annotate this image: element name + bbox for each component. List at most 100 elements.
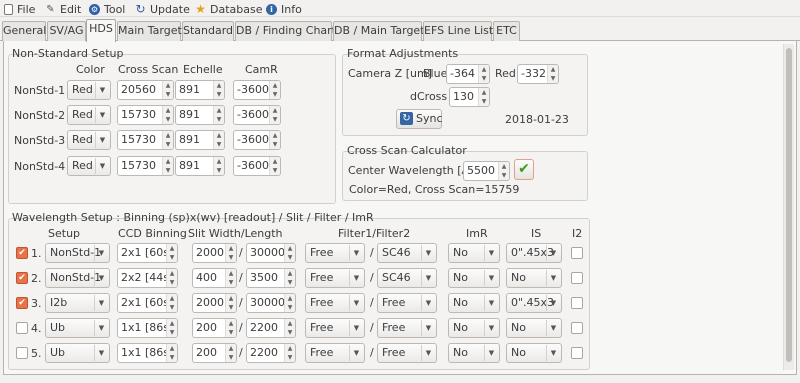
tab-main-target[interactable]: Main Target xyxy=(117,21,182,41)
cross-scan-spin[interactable]: 15730 ▲ ▼ xyxy=(117,105,174,125)
menu-tool[interactable]: ⚙ Tool xyxy=(89,2,125,16)
spin-arrows-icon[interactable]: ▲ ▼ xyxy=(166,269,177,287)
tab-standard[interactable]: Standard xyxy=(182,21,234,41)
filter1-combo[interactable]: Free ▼ xyxy=(305,318,365,338)
i2-checkbox[interactable] xyxy=(571,297,583,309)
imr-combo[interactable]: No ▼ xyxy=(448,293,500,313)
echelle-spin[interactable]: 891 ▲ ▼ xyxy=(175,105,225,125)
red-spin[interactable]: -332 ▲ ▼ xyxy=(517,64,559,84)
scrollbar-thumb[interactable] xyxy=(786,48,792,362)
spin-arrows-icon[interactable]: ▲ ▼ xyxy=(213,81,224,99)
is-combo[interactable]: No ▼ xyxy=(506,343,562,363)
spin-arrows-icon[interactable]: ▲ ▼ xyxy=(225,294,236,312)
tab-efs-line-list[interactable]: EFS Line List xyxy=(423,21,493,41)
spin-arrows-icon[interactable]: ▲ ▼ xyxy=(284,244,295,262)
setup-combo[interactable]: Ub ▼ xyxy=(45,343,110,363)
setup-combo[interactable]: I2b ▼ xyxy=(45,293,110,313)
imr-combo[interactable]: No ▼ xyxy=(448,318,500,338)
blue-spin[interactable]: -364 ▲ ▼ xyxy=(446,64,490,84)
ccd-binning-spin[interactable]: 2x1 [60s] ▲ ▼ xyxy=(117,243,178,263)
camr-spin[interactable]: -3600 ▲ ▼ xyxy=(233,130,281,150)
slit-length-spin[interactable]: 30000 ▲ ▼ xyxy=(246,293,296,313)
spin-arrows-icon[interactable]: ▲ ▼ xyxy=(225,269,236,287)
row-enable-checkbox[interactable]: ✔ xyxy=(16,272,28,284)
spin-arrows-icon[interactable]: ▲ ▼ xyxy=(166,344,177,362)
slit-length-spin[interactable]: 30000 ▲ ▼ xyxy=(246,243,296,263)
spin-arrows-icon[interactable]: ▲ ▼ xyxy=(269,81,280,99)
slit-length-spin[interactable]: 2200 ▲ ▼ xyxy=(246,318,296,338)
ccd-binning-spin[interactable]: 1x1 [86s] ▲ ▼ xyxy=(117,343,178,363)
i2-checkbox[interactable] xyxy=(571,247,583,259)
menu-database[interactable]: ★ Database xyxy=(195,2,262,16)
imr-combo[interactable]: No ▼ xyxy=(448,243,500,263)
color-combo[interactable]: Red ▼ xyxy=(67,105,111,125)
slit-width-spin[interactable]: 400 ▲ ▼ xyxy=(192,268,237,288)
spin-arrows-icon[interactable]: ▲ ▼ xyxy=(284,319,295,337)
menu-update[interactable]: ↻ Update xyxy=(135,2,189,16)
filter1-combo[interactable]: Free ▼ xyxy=(305,293,365,313)
i2-checkbox[interactable] xyxy=(571,272,583,284)
menu-file[interactable]: File xyxy=(4,2,35,16)
slit-length-spin[interactable]: 2200 ▲ ▼ xyxy=(246,343,296,363)
spin-arrows-icon[interactable]: ▲ ▼ xyxy=(269,106,280,124)
tab-db-main-target[interactable]: DB / Main Target xyxy=(333,21,425,41)
setup-combo[interactable]: Ub ▼ xyxy=(45,318,110,338)
spin-arrows-icon[interactable]: ▲ ▼ xyxy=(225,319,236,337)
dcross-spin[interactable]: 130 ▲ ▼ xyxy=(449,87,490,107)
is-combo[interactable]: No ▼ xyxy=(506,318,562,338)
filter2-combo[interactable]: Free ▼ xyxy=(377,343,437,363)
echelle-spin[interactable]: 891 ▲ ▼ xyxy=(175,130,225,150)
tab-general[interactable]: General xyxy=(2,21,46,41)
ccd-binning-spin[interactable]: 2x2 [44s] ▲ ▼ xyxy=(117,268,178,288)
menu-edit[interactable]: ✎ Edit xyxy=(45,2,81,16)
is-combo[interactable]: No ▼ xyxy=(506,268,562,288)
i2-checkbox[interactable] xyxy=(571,347,583,359)
spin-arrows-icon[interactable]: ▲ ▼ xyxy=(284,269,295,287)
spin-arrows-icon[interactable]: ▲ ▼ xyxy=(284,294,295,312)
cross-scan-spin[interactable]: 15730 ▲ ▼ xyxy=(117,130,174,150)
ccd-binning-spin[interactable]: 2x1 [60s] ▲ ▼ xyxy=(117,293,178,313)
spin-arrows-icon[interactable]: ▲ ▼ xyxy=(213,157,224,175)
i2-checkbox[interactable] xyxy=(571,322,583,334)
tab-sv-ag[interactable]: SV/AG xyxy=(47,21,86,41)
is-combo[interactable]: 0".45x3 ▼ xyxy=(506,243,562,263)
color-combo[interactable]: Red ▼ xyxy=(67,80,111,100)
imr-combo[interactable]: No ▼ xyxy=(448,343,500,363)
camr-spin[interactable]: -3600 ▲ ▼ xyxy=(233,156,281,176)
spin-arrows-icon[interactable]: ▲ ▼ xyxy=(166,244,177,262)
spin-arrows-icon[interactable]: ▲ ▼ xyxy=(166,319,177,337)
spin-arrows-icon[interactable]: ▲ ▼ xyxy=(478,88,489,106)
cross-scan-spin[interactable]: 15730 ▲ ▼ xyxy=(117,156,174,176)
filter2-combo[interactable]: SC46 ▼ xyxy=(377,243,437,263)
color-combo[interactable]: Red ▼ xyxy=(67,156,111,176)
is-combo[interactable]: 0".45x3 ▼ xyxy=(506,293,562,313)
setup-combo[interactable]: NonStd-1 ▼ xyxy=(45,243,110,263)
calculate-button[interactable]: ✔ xyxy=(514,159,534,180)
ccd-binning-spin[interactable]: 1x1 [86s] ▲ ▼ xyxy=(117,318,178,338)
menu-info[interactable]: i Info xyxy=(266,2,302,16)
filter2-combo[interactable]: Free ▼ xyxy=(377,318,437,338)
spin-arrows-icon[interactable]: ▲ ▼ xyxy=(162,106,173,124)
echelle-spin[interactable]: 891 ▲ ▼ xyxy=(175,156,225,176)
filter1-combo[interactable]: Free ▼ xyxy=(305,268,365,288)
color-combo[interactable]: Red ▼ xyxy=(67,130,111,150)
row-enable-checkbox[interactable] xyxy=(16,322,28,334)
tab-db-finding-chart[interactable]: DB / Finding Chart xyxy=(235,21,336,41)
spin-arrows-icon[interactable]: ▲ ▼ xyxy=(284,344,295,362)
spin-arrows-icon[interactable]: ▲ ▼ xyxy=(162,81,173,99)
camr-spin[interactable]: -3600 ▲ ▼ xyxy=(233,80,281,100)
filter1-combo[interactable]: Free ▼ xyxy=(305,243,365,263)
row-enable-checkbox[interactable]: ✔ xyxy=(16,297,28,309)
spin-arrows-icon[interactable]: ▲ ▼ xyxy=(166,294,177,312)
spin-arrows-icon[interactable]: ▲ ▼ xyxy=(213,106,224,124)
slit-width-spin[interactable]: 2000 ▲ ▼ xyxy=(192,243,237,263)
cross-scan-spin[interactable]: 20560 ▲ ▼ xyxy=(117,80,174,100)
spin-arrows-icon[interactable]: ▲ ▼ xyxy=(269,131,280,149)
spin-arrows-icon[interactable]: ▲ ▼ xyxy=(498,162,509,180)
setup-combo[interactable]: NonStd-1 ▼ xyxy=(45,268,110,288)
row-enable-checkbox[interactable]: ✔ xyxy=(16,247,28,259)
spin-arrows-icon[interactable]: ▲ ▼ xyxy=(213,131,224,149)
slit-width-spin[interactable]: 2000 ▲ ▼ xyxy=(192,293,237,313)
row-enable-checkbox[interactable] xyxy=(16,347,28,359)
spin-arrows-icon[interactable]: ▲ ▼ xyxy=(225,344,236,362)
